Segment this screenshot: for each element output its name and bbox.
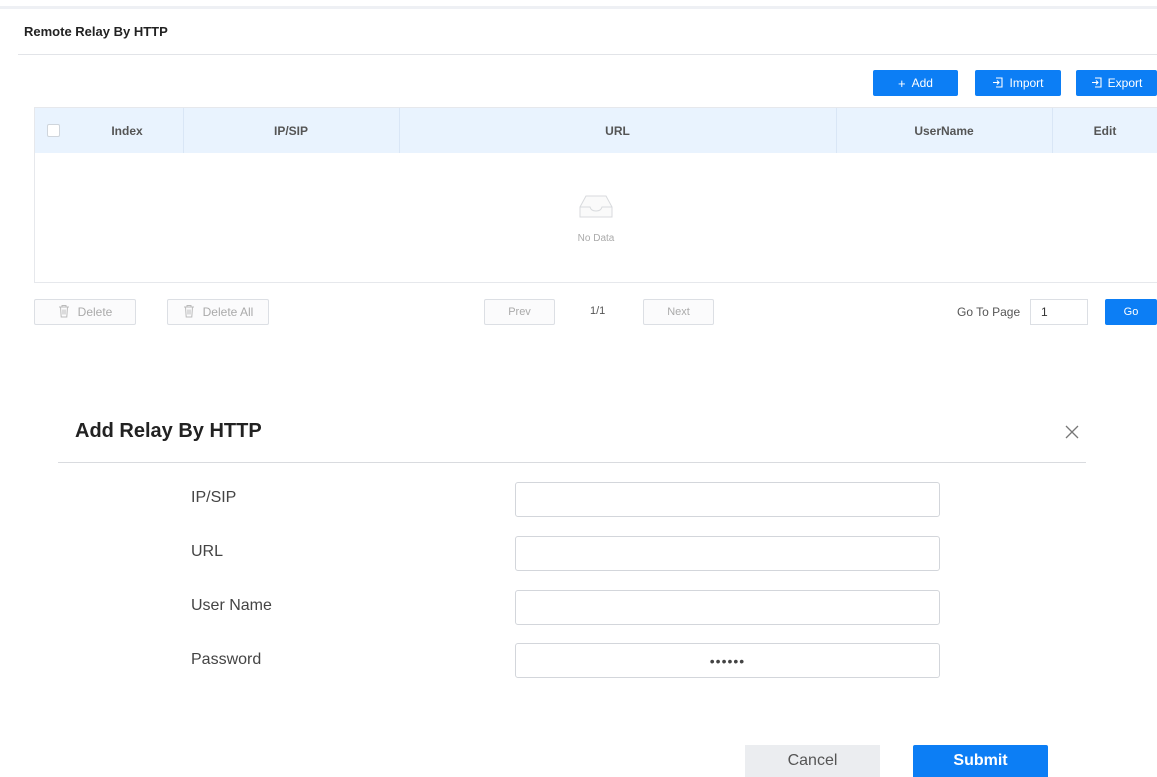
column-header-index[interactable]: Index — [71, 108, 183, 153]
delete-button-label: Delete — [77, 305, 113, 319]
delete-all-button-label: Delete All — [202, 305, 254, 319]
cancel-button[interactable]: Cancel — [745, 745, 880, 777]
plus-icon: + — [898, 75, 906, 91]
select-all-checkbox[interactable] — [46, 124, 60, 137]
url-input[interactable] — [515, 536, 940, 571]
import-icon — [992, 76, 1004, 90]
inbox-empty-icon — [579, 195, 613, 218]
goto-page-label: Go To Page — [957, 305, 1021, 319]
column-header-url[interactable]: URL — [399, 108, 836, 153]
section-title: Remote Relay By HTTP — [24, 24, 168, 39]
trash-icon — [183, 304, 195, 321]
export-button[interactable]: Export — [1076, 70, 1157, 96]
column-header-edit[interactable]: Edit — [1052, 108, 1157, 153]
table-header: Index IP/SIP URL UserName Edit — [35, 108, 1157, 153]
go-button[interactable]: Go — [1105, 299, 1157, 325]
next-page-button[interactable]: Next — [643, 299, 714, 325]
ip-sip-input[interactable] — [515, 482, 940, 517]
delete-button[interactable]: Delete — [34, 299, 136, 325]
column-header-username[interactable]: UserName — [836, 108, 1052, 153]
close-icon[interactable] — [1063, 423, 1081, 441]
add-button[interactable]: + Add — [873, 70, 958, 96]
top-border — [0, 6, 1157, 9]
delete-all-button[interactable]: Delete All — [167, 299, 269, 325]
relay-table: Index IP/SIP URL UserName Edit No Data — [34, 107, 1157, 283]
goto-page-input[interactable]: 1 — [1030, 299, 1088, 325]
page-indicator: 1/1 — [590, 305, 606, 317]
import-button-label: Import — [1009, 76, 1044, 90]
import-button[interactable]: Import — [975, 70, 1061, 96]
password-label: Password — [191, 651, 262, 668]
dialog-title: Add Relay By HTTP — [75, 420, 262, 442]
username-label: User Name — [191, 597, 272, 614]
table-empty-state: No Data — [35, 153, 1157, 283]
export-icon — [1091, 76, 1102, 90]
dialog-divider — [58, 462, 1086, 463]
ip-sip-label: IP/SIP — [191, 489, 237, 506]
submit-button[interactable]: Submit — [913, 745, 1048, 777]
username-input[interactable] — [515, 590, 940, 625]
trash-icon — [58, 304, 70, 321]
password-input[interactable]: •••••• — [515, 643, 940, 678]
add-button-label: Add — [911, 76, 933, 90]
empty-text: No Data — [577, 233, 615, 244]
select-all-cell — [35, 108, 71, 153]
column-header-ip-sip[interactable]: IP/SIP — [183, 108, 399, 153]
url-label: URL — [191, 543, 224, 560]
export-button-label: Export — [1107, 76, 1143, 90]
prev-page-button[interactable]: Prev — [484, 299, 555, 325]
section-divider — [18, 54, 1157, 55]
